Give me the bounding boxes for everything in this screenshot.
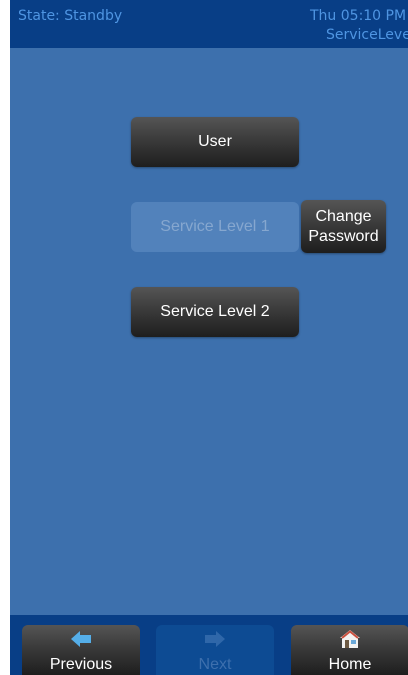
home-icon (340, 630, 360, 648)
clock-text: Thu 05:10 PM (310, 8, 407, 24)
arrow-left-icon (71, 631, 91, 647)
service-level-2-label: Service Level 2 (160, 303, 270, 320)
change-password-line-2: Password (308, 227, 379, 245)
login-level-panel: User Service Level 1 Change Password Ser… (10, 48, 408, 615)
previous-button[interactable]: Previous (22, 625, 140, 675)
home-label: Home (328, 656, 372, 673)
navigation-bar: Previous Next Home (10, 615, 408, 675)
screen: State: Standby Thu 05:10 PM ServiceLevel… (0, 0, 408, 675)
change-password-label: Change Password (308, 207, 378, 247)
home-button[interactable]: Home (291, 625, 408, 675)
arrow-right-icon (205, 631, 225, 647)
access-level-text: ServiceLevel (326, 27, 408, 43)
change-password-button[interactable]: Change Password (301, 200, 386, 253)
user-button-label: User (198, 133, 232, 150)
service-level-2-button[interactable]: Service Level 2 (131, 287, 299, 337)
service-level-1-button: Service Level 1 (131, 202, 299, 252)
user-button[interactable]: User (131, 117, 299, 167)
change-password-line-1: Change (315, 207, 372, 225)
previous-label: Previous (49, 656, 113, 673)
status-bar: State: Standby Thu 05:10 PM ServiceLevel (10, 0, 408, 48)
service-level-1-label: Service Level 1 (160, 218, 270, 235)
next-label: Next (198, 656, 232, 673)
next-button: Next (156, 625, 274, 675)
machine-state-text: State: Standby (18, 8, 123, 24)
